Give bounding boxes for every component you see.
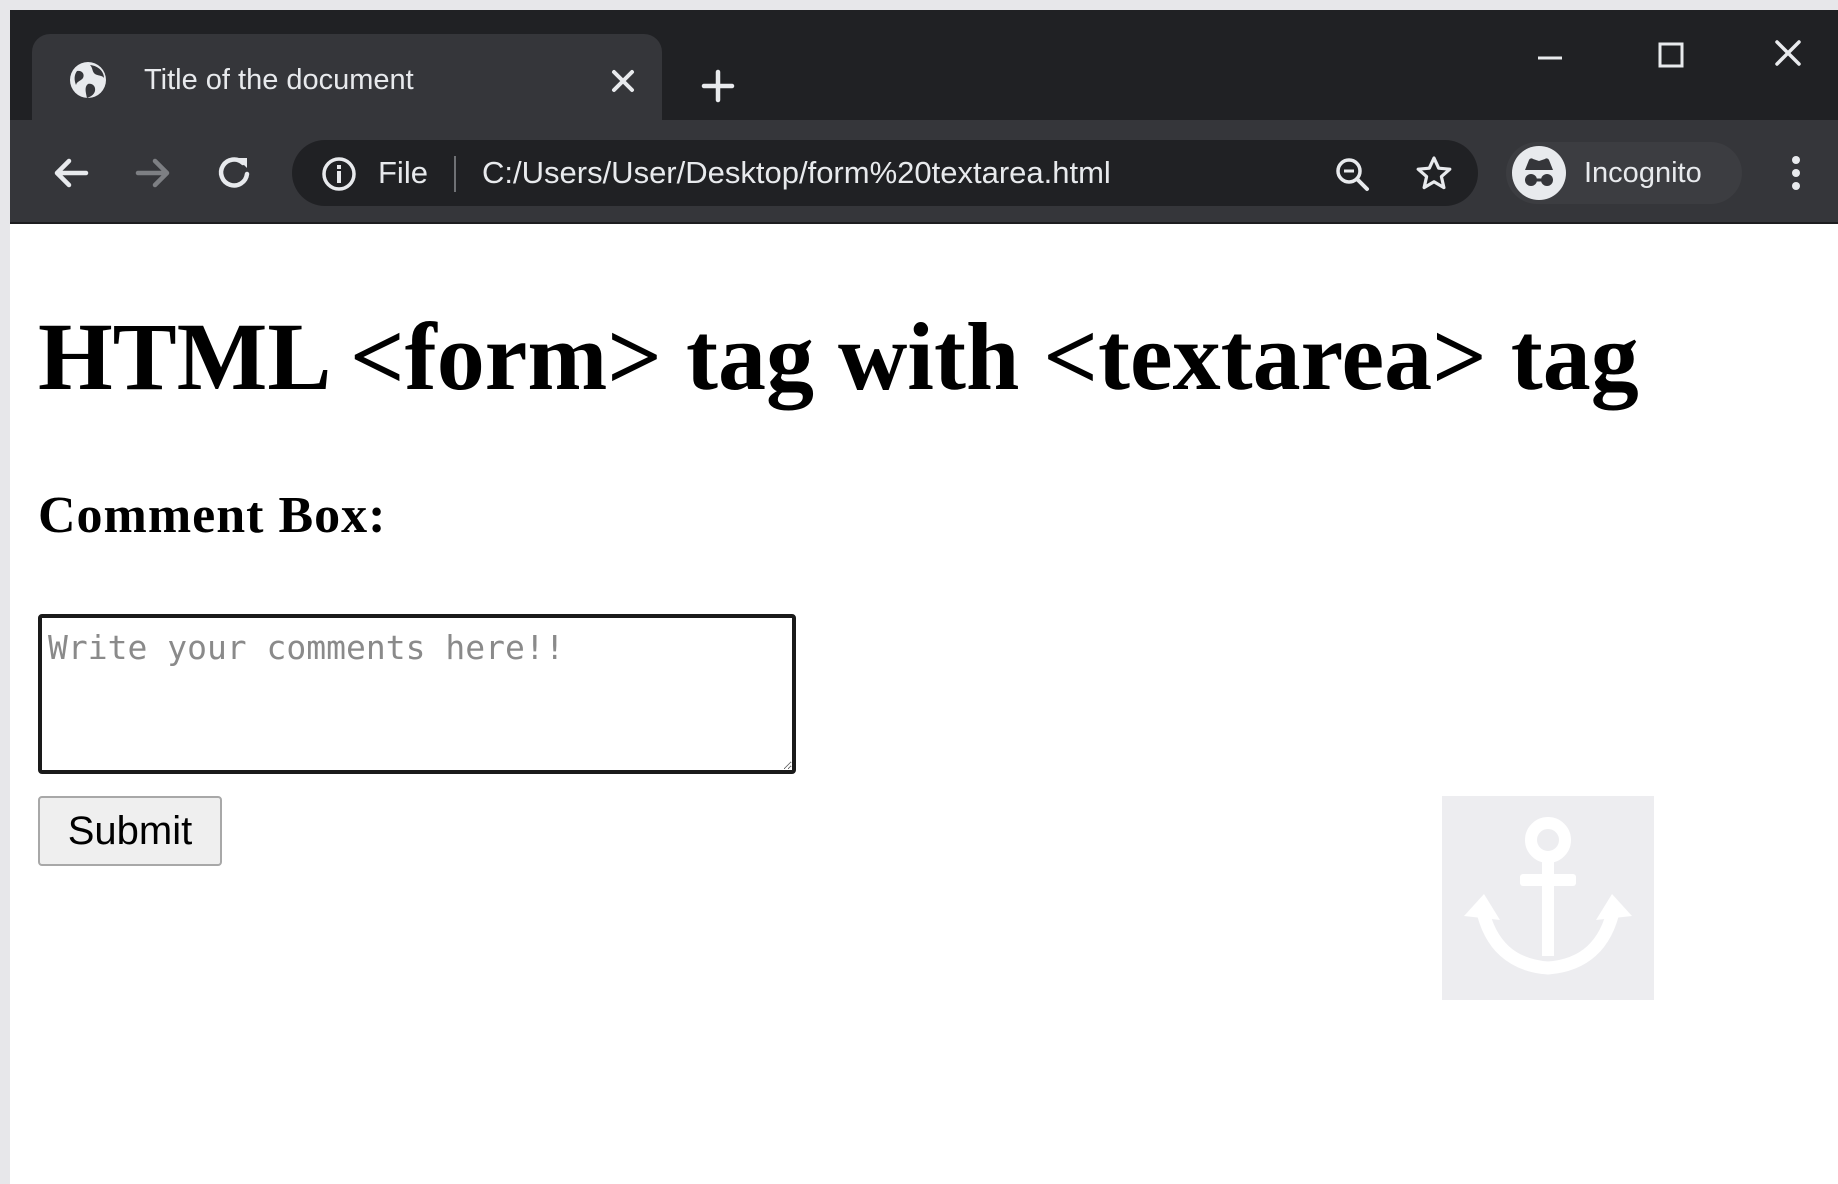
close-window-icon[interactable] bbox=[1758, 34, 1818, 84]
tab-close-icon[interactable] bbox=[606, 64, 640, 98]
incognito-icon bbox=[1512, 146, 1566, 200]
maximize-icon[interactable] bbox=[1640, 34, 1700, 84]
tab-strip: Title of the document bbox=[10, 10, 1838, 120]
back-arrow-icon[interactable] bbox=[48, 150, 94, 196]
incognito-label: Incognito bbox=[1584, 157, 1702, 189]
zoom-icon[interactable] bbox=[1332, 154, 1372, 194]
comment-box-label: Comment Box: bbox=[38, 487, 387, 544]
more-menu-icon[interactable] bbox=[1776, 148, 1816, 198]
browser-toolbar: File C:/Users/User/Desktop/form%20textar… bbox=[10, 120, 1838, 224]
info-icon[interactable] bbox=[320, 155, 358, 193]
bookmark-star-icon[interactable] bbox=[1414, 154, 1454, 194]
minimize-icon[interactable] bbox=[1520, 34, 1580, 84]
tab-title: Title of the document bbox=[144, 64, 414, 96]
tab-active[interactable]: Title of the document bbox=[32, 34, 662, 120]
globe-icon bbox=[68, 60, 108, 100]
new-tab-plus-icon[interactable] bbox=[696, 64, 740, 108]
submit-button[interactable]: Submit bbox=[38, 796, 222, 866]
browser-window: Title of the document File C:/Users/User… bbox=[10, 10, 1838, 1184]
forward-arrow-icon[interactable] bbox=[130, 150, 176, 196]
address-divider bbox=[454, 156, 456, 192]
security-label[interactable]: File bbox=[378, 140, 428, 206]
incognito-profile-button[interactable]: Incognito bbox=[1506, 142, 1742, 204]
page-title: HTML <form> tag with <textarea> tag bbox=[38, 303, 1639, 410]
url-text[interactable]: C:/Users/User/Desktop/form%20textarea.ht… bbox=[482, 140, 1111, 206]
reload-icon[interactable] bbox=[212, 150, 258, 196]
anchor-watermark bbox=[1442, 796, 1654, 1000]
comment-textarea[interactable] bbox=[38, 614, 796, 774]
page-content: HTML <form> tag with <textarea> tag Comm… bbox=[10, 224, 1838, 1184]
anchor-icon bbox=[1442, 817, 1654, 1004]
address-bar[interactable]: File C:/Users/User/Desktop/form%20textar… bbox=[292, 140, 1478, 206]
